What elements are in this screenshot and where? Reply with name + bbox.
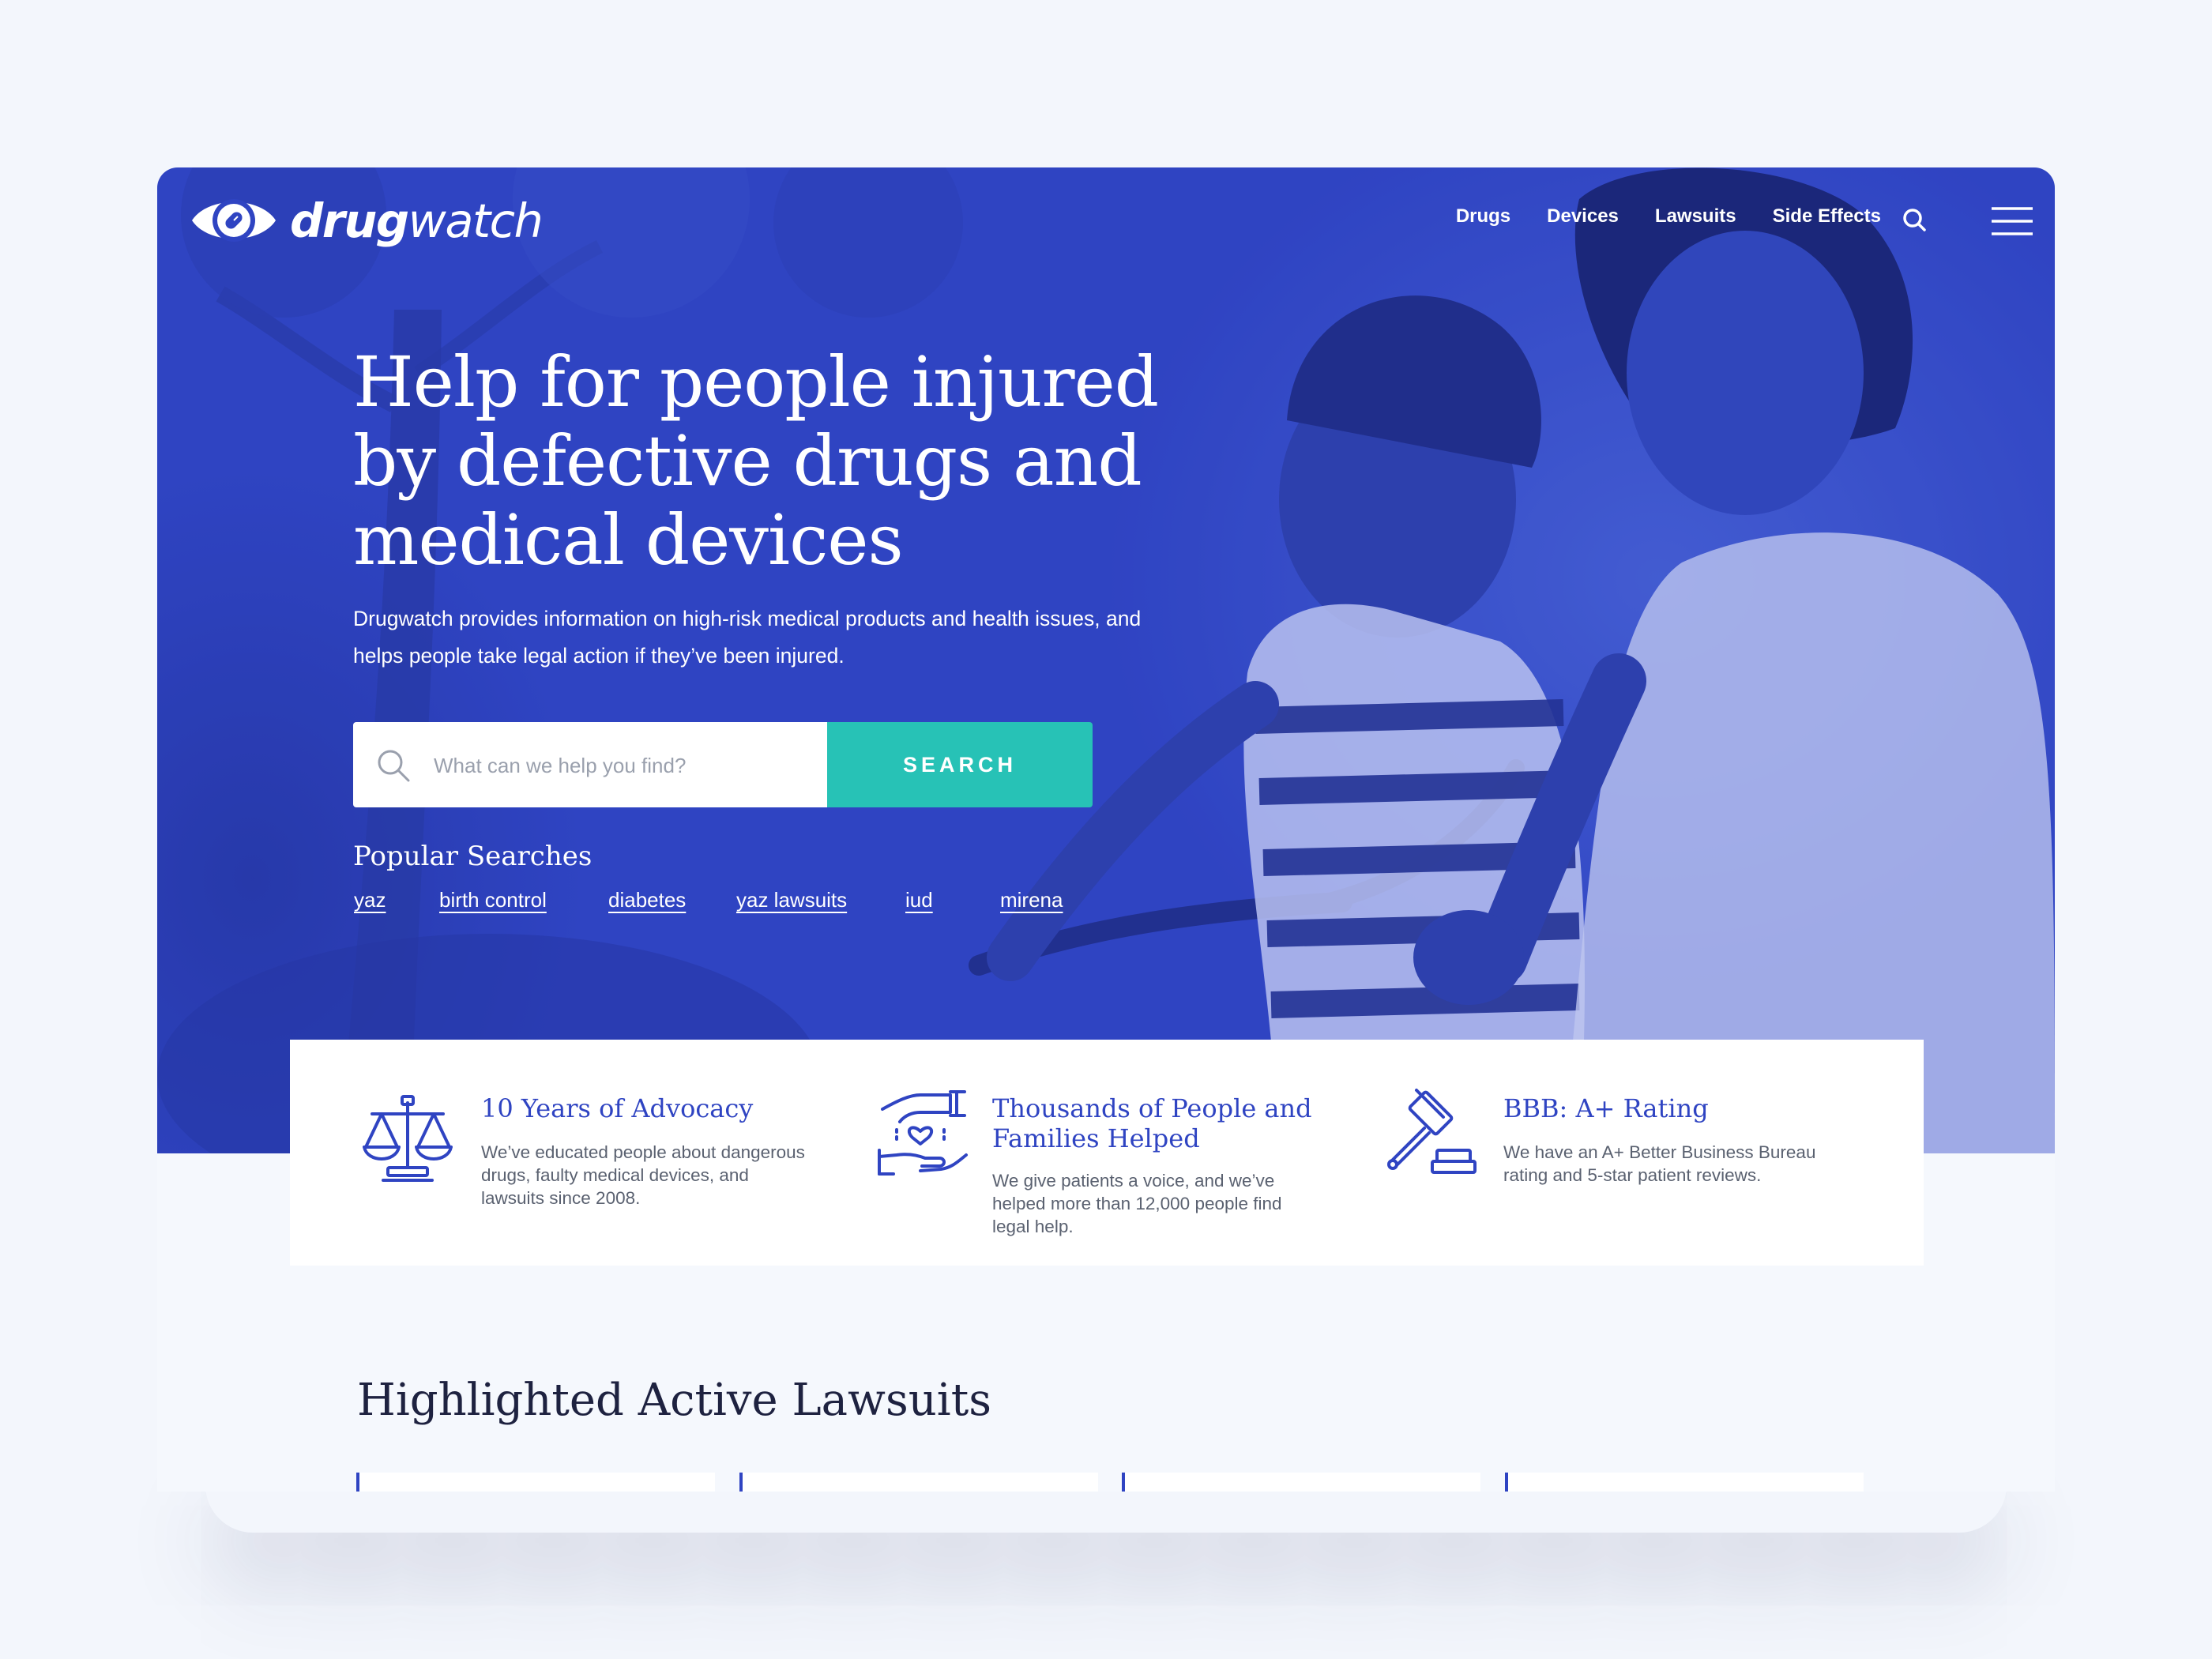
stat-description-families-helped: We give patients a voice, and we’ve help… bbox=[992, 1171, 1282, 1236]
hero-description: Drugwatch provides information on high-r… bbox=[353, 607, 1142, 668]
lawsuit-card[interactable] bbox=[1122, 1473, 1480, 1492]
helping-hands-heart-icon bbox=[878, 1090, 968, 1176]
search-icon[interactable] bbox=[1902, 207, 1928, 234]
lawsuit-card[interactable] bbox=[1505, 1473, 1864, 1492]
stat-description-advocacy: We’ve educated people about dangerous dr… bbox=[481, 1142, 805, 1208]
trust-stats-band: 10 Years of Advocacy We’ve educated peop… bbox=[290, 1040, 1924, 1266]
lawsuit-card[interactable] bbox=[739, 1473, 1098, 1492]
logo-light-text: watch bbox=[408, 193, 544, 248]
logo-bold-text: drug bbox=[290, 193, 409, 248]
main-nav: Drugs Devices Lawsuits Side Effects bbox=[1456, 205, 1881, 228]
hero-section: drugwatch Drugs Devices Lawsuits Side Ef… bbox=[157, 167, 2055, 1153]
search-button[interactable]: SEARCH bbox=[827, 722, 1093, 807]
popular-search-link-mirena[interactable]: mirena bbox=[1000, 888, 1063, 912]
lawsuit-card[interactable] bbox=[356, 1473, 715, 1492]
nav-link-devices[interactable]: Devices bbox=[1547, 205, 1619, 228]
popular-search-link-yaz[interactable]: yaz bbox=[354, 888, 386, 912]
popular-search-link-yaz-lawsuits[interactable]: yaz lawsuits bbox=[736, 888, 847, 912]
logo[interactable]: drugwatch bbox=[187, 186, 544, 254]
scales-of-justice-icon bbox=[363, 1095, 453, 1182]
hero-headline: Help for people injured by defective dru… bbox=[353, 341, 1159, 581]
logo-wordmark: drugwatch bbox=[290, 193, 544, 248]
popular-search-link-birth-control[interactable]: birth control bbox=[439, 888, 547, 912]
browser-page: drugwatch Drugs Devices Lawsuits Side Ef… bbox=[157, 167, 2055, 1492]
popular-search-link-iud[interactable]: iud bbox=[905, 888, 933, 912]
stat-description-bbb-rating: We have an A+ Better Business Bureau rat… bbox=[1503, 1142, 1816, 1185]
popular-search-link-diabetes[interactable]: diabetes bbox=[608, 888, 686, 912]
search-field[interactable] bbox=[353, 722, 827, 807]
popular-searches-title: Popular Searches bbox=[353, 841, 592, 872]
stat-title-advocacy: 10 Years of Advocacy bbox=[481, 1093, 754, 1123]
nav-link-side-effects[interactable]: Side Effects bbox=[1773, 205, 1881, 228]
nav-link-lawsuits[interactable]: Lawsuits bbox=[1655, 205, 1736, 228]
nav-link-drugs[interactable]: Drugs bbox=[1456, 205, 1510, 228]
stat-title-bbb-rating: BBB: A+ Rating bbox=[1503, 1093, 1709, 1123]
eye-pill-logo-icon bbox=[192, 199, 276, 242]
search-input[interactable] bbox=[432, 722, 814, 807]
hamburger-menu-icon[interactable] bbox=[1990, 205, 2034, 237]
hero-search-form: SEARCH bbox=[353, 722, 1093, 807]
search-field-icon bbox=[378, 750, 410, 782]
gavel-icon bbox=[1387, 1089, 1477, 1174]
stat-title-families-helped: Thousands of People and Families Helped bbox=[992, 1093, 1312, 1153]
highlighted-lawsuits-title: Highlighted Active Lawsuits bbox=[357, 1375, 991, 1426]
